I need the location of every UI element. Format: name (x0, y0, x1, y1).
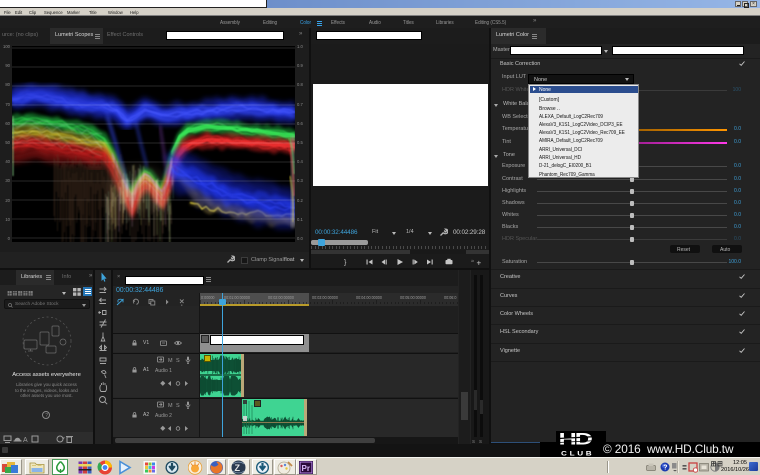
svg-text:CLUB: CLUB (561, 449, 594, 457)
svg-text:M: M (168, 403, 173, 409)
svg-text:}: } (344, 260, 347, 267)
svg-text:+: + (477, 259, 482, 268)
svg-text:A: A (23, 437, 28, 444)
svg-text:HD: HD (559, 431, 593, 448)
svg-text:Pr: Pr (302, 464, 310, 473)
svg-text:»: » (471, 259, 474, 265)
svg-text:M: M (168, 358, 173, 364)
svg-text:S: S (176, 358, 180, 364)
svg-text:Z: Z (235, 463, 241, 473)
svg-text:S: S (176, 403, 180, 409)
svg-text:?: ? (663, 465, 667, 472)
